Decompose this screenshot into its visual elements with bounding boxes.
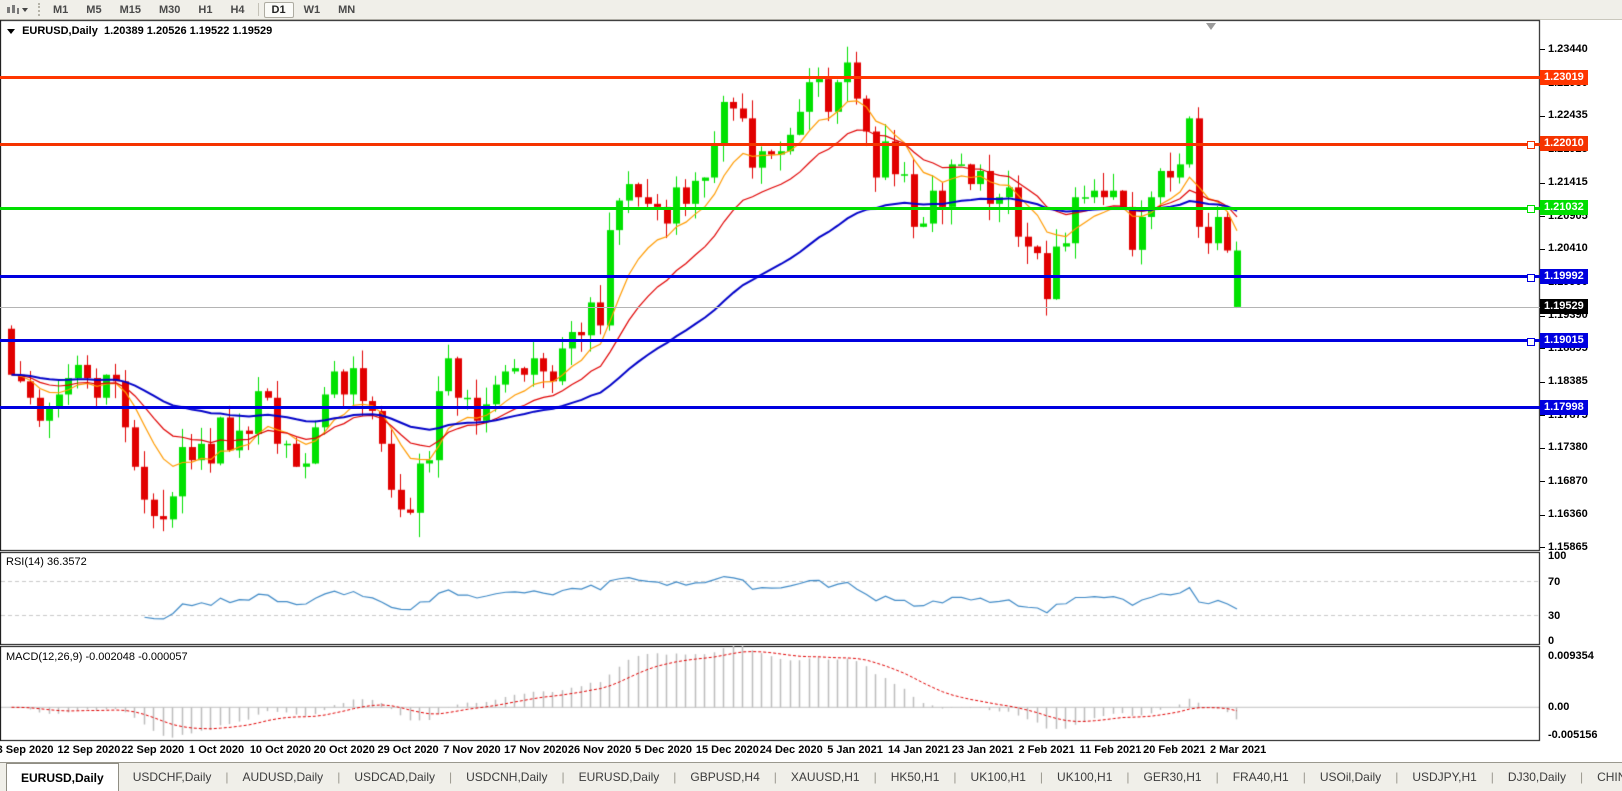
tab-eurusd-daily[interactable]: EURUSD,Daily <box>565 763 674 791</box>
horizontal-level-line[interactable] <box>0 206 1540 210</box>
chart-ohlc-values: 1.20389 1.20526 1.19522 1.19529 <box>103 25 273 37</box>
hline-price-label: 1.19015 <box>1540 332 1588 348</box>
time-axis-label: 26 Nov 2020 <box>567 744 632 756</box>
price-axis-tick-label: 1.16360 <box>1548 508 1588 521</box>
time-axis-label: 5 Dec 2020 <box>635 744 692 756</box>
time-axis-label: 11 Feb 2021 <box>1079 744 1142 756</box>
hline-handle[interactable] <box>1527 337 1535 346</box>
rsi-axis-label: 30 <box>1548 609 1561 622</box>
tab-china300-h1[interactable]: CHINA300,H1 <box>1583 763 1622 791</box>
time-axis-label: 15 Dec 2020 <box>695 744 759 756</box>
time-axis-label: 17 Nov 2020 <box>503 744 568 756</box>
chart-canvas[interactable] <box>0 0 1622 790</box>
hline-handle[interactable] <box>1527 141 1535 149</box>
horizontal-level-line[interactable] <box>0 142 1540 146</box>
price-axis-tick-label: 1.23440 <box>1548 42 1588 55</box>
tab-gbpusd-h4[interactable]: GBPUSD,H4 <box>676 763 773 791</box>
time-axis-label: 20 Oct 2020 <box>313 744 375 756</box>
time-axis-label: 5 Jan 2021 <box>827 744 883 756</box>
price-axis-tick-label: 1.17380 <box>1548 441 1588 454</box>
price-axis-tick <box>1540 481 1545 483</box>
time-axis-label: 7 Nov 2020 <box>443 744 501 756</box>
price-axis-tick-label: 1.18385 <box>1548 375 1588 388</box>
time-axis-label: 24 Dec 2020 <box>759 744 823 756</box>
horizontal-level-line[interactable] <box>0 339 1540 343</box>
rsi-axis-label: 70 <box>1548 575 1561 588</box>
price-axis-tick <box>1540 547 1545 549</box>
price-axis-tick-label: 1.16870 <box>1548 474 1588 487</box>
tab-audusd-daily[interactable]: AUDUSD,Daily <box>229 763 338 791</box>
current-price-label: 1.19529 <box>1540 299 1588 315</box>
time-axis-label: 23 Jan 2021 <box>951 744 1014 756</box>
hline-price-label: 1.17998 <box>1540 399 1588 415</box>
price-axis-tick <box>1540 381 1545 383</box>
time-axis-label: 10 Oct 2020 <box>249 744 311 756</box>
hline-price-label: 1.23019 <box>1540 69 1588 85</box>
macd-indicator-label: MACD(12,26,9) -0.002048 -0.000057 <box>6 651 188 663</box>
hline-handle[interactable] <box>1527 273 1535 282</box>
tab-uk100-h1[interactable]: UK100,H1 <box>1043 763 1126 791</box>
price-axis-tick-label: 1.21415 <box>1548 176 1588 189</box>
time-axis-label: 3 Sep 2020 <box>0 744 54 756</box>
time-axis-label: 2 Feb 2021 <box>1018 744 1075 756</box>
horizontal-level-line[interactable] <box>0 406 1540 410</box>
price-axis-tick <box>1540 115 1545 117</box>
price-axis-tick <box>1540 216 1545 218</box>
time-axis-label: 1 Oct 2020 <box>189 744 245 756</box>
price-axis-tick-label: 1.22435 <box>1548 109 1588 122</box>
rsi-axis-label: 0 <box>1548 635 1555 647</box>
price-axis-tick <box>1540 514 1545 516</box>
chart-symbol-label: EURUSD,Daily <box>22 25 98 37</box>
chart-title: EURUSD,Daily 1.20389 1.20526 1.19522 1.1… <box>7 25 272 37</box>
time-axis-label: 20 Feb 2021 <box>1143 744 1206 756</box>
horizontal-level-line[interactable] <box>0 76 1540 80</box>
rsi-axis-label: 100 <box>1548 550 1567 562</box>
macd-axis-label: 0.009354 <box>1548 650 1594 662</box>
tab-usdcad-daily[interactable]: USDCAD,Daily <box>340 763 449 791</box>
tab-uk100-h1[interactable]: UK100,H1 <box>957 763 1040 791</box>
current-price-line <box>0 307 1540 309</box>
hline-handle[interactable] <box>1527 205 1535 214</box>
chart-shift-marker[interactable] <box>1206 23 1216 30</box>
tab-hk50-h1[interactable]: HK50,H1 <box>877 763 954 791</box>
price-axis-tick <box>1540 348 1545 350</box>
price-axis-tick <box>1540 415 1545 417</box>
price-axis-tick-label: 1.20410 <box>1548 242 1588 255</box>
time-axis-label: 2 Mar 2021 <box>1210 744 1267 756</box>
hline-price-label: 1.19992 <box>1540 268 1588 284</box>
macd-axis-label: -0.005156 <box>1548 729 1598 741</box>
chart-tab-bar: EURUSD,Daily USDCHF,Daily | AUDUSD,Daily | US… <box>0 762 1622 791</box>
price-axis-tick <box>1540 49 1545 51</box>
tab-dj30-daily[interactable]: DJ30,Daily <box>1494 763 1580 791</box>
tab-usoil-daily[interactable]: USOil,Daily <box>1306 763 1395 791</box>
hline-price-label: 1.21032 <box>1540 200 1588 216</box>
rsi-indicator-label: RSI(14) 36.3572 <box>6 556 87 568</box>
time-axis-label: 12 Sep 2020 <box>57 744 121 756</box>
tab-usdchf-daily[interactable]: USDCHF,Daily <box>119 763 226 791</box>
tab-usdjpy-h1[interactable]: USDJPY,H1 <box>1398 763 1490 791</box>
hline-price-label: 1.22010 <box>1540 136 1588 151</box>
time-axis-label: 29 Oct 2020 <box>377 744 439 756</box>
price-axis-tick <box>1540 248 1545 250</box>
tab-ger30-h1[interactable]: GER30,H1 <box>1130 763 1216 791</box>
collapse-caret-icon[interactable] <box>7 29 15 34</box>
tab-fra40-h1[interactable]: FRA40,H1 <box>1219 763 1303 791</box>
horizontal-level-line[interactable] <box>0 275 1540 279</box>
tab-eurusd-daily[interactable]: EURUSD,Daily <box>6 763 119 791</box>
macd-axis-label: 0.00 <box>1548 701 1570 714</box>
price-axis-tick <box>1540 447 1545 449</box>
price-axis-tick <box>1540 182 1545 184</box>
price-axis-tick <box>1540 315 1545 317</box>
time-axis-label: 14 Jan 2021 <box>888 744 950 756</box>
tab-xauusd-h1[interactable]: XAUUSD,H1 <box>777 763 874 791</box>
time-axis-label: 22 Sep 2020 <box>121 744 185 756</box>
tab-usdcnh-daily[interactable]: USDCNH,Daily <box>452 763 561 791</box>
